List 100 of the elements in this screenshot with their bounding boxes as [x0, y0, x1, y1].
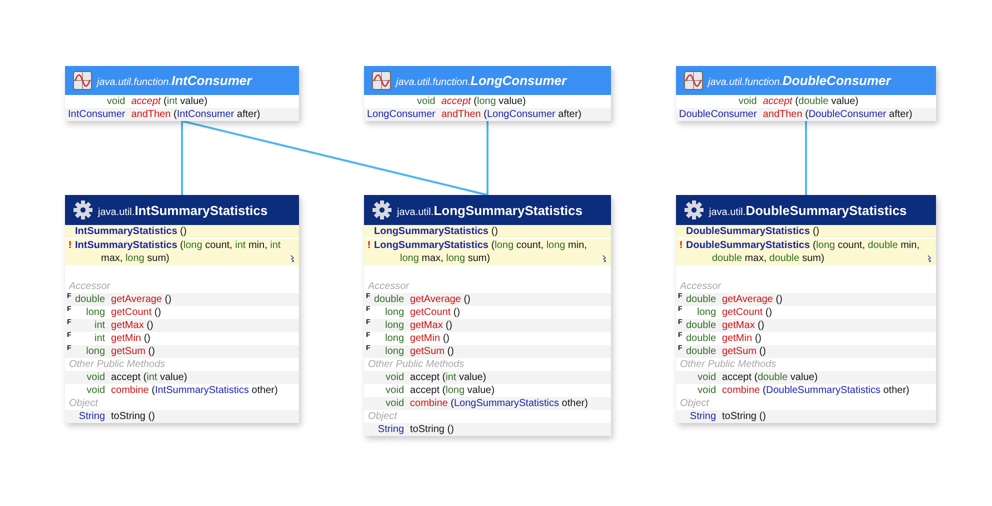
return-type: long — [85, 346, 106, 357]
parameter-list: () — [759, 346, 766, 357]
method-name: getMax — [410, 320, 443, 331]
section-heading: Object — [679, 397, 710, 410]
return-type: void — [696, 372, 718, 383]
parameter-list: (DoubleConsumer after) — [805, 109, 912, 120]
return-type: DoubleConsumer — [679, 109, 758, 120]
method-name: getMin — [111, 333, 142, 344]
return-type: void — [106, 96, 126, 107]
parameter-list: () — [464, 294, 470, 305]
method-name: getMin — [410, 333, 440, 344]
parameter-list: (DoubleSummaryStatistics other) — [762, 385, 910, 396]
section-heading: Other Public Methods — [68, 358, 166, 371]
return-type: void — [737, 96, 758, 107]
method-name: toString — [722, 411, 756, 422]
method-name: getMin — [722, 333, 752, 344]
section-heading: Other Public Methods — [679, 358, 778, 371]
wave-chart-icon — [372, 71, 391, 90]
parameter-list: () — [446, 320, 452, 331]
return-type: long — [384, 333, 406, 344]
method-name: accept — [131, 96, 161, 107]
wave-chart-icon — [73, 71, 92, 90]
parameter-list: () — [758, 320, 764, 331]
return-type: long — [384, 307, 406, 318]
method-name: combine — [410, 398, 448, 409]
method-name: getCount — [722, 307, 763, 318]
return-type: String — [78, 411, 106, 422]
parameter-list: () — [447, 424, 454, 435]
return-type: void — [86, 372, 106, 383]
method-name: toString — [410, 424, 444, 435]
section-heading: Accessor — [68, 280, 112, 293]
return-type: void — [86, 385, 106, 396]
parameter-list: (LongSummaryStatistics other) — [450, 398, 588, 409]
parameter-list: () — [759, 411, 766, 422]
warning-marker: ! — [67, 239, 73, 253]
method-name: getAverage — [722, 294, 773, 305]
parameter-list: () — [144, 333, 150, 344]
class-title: java.util.DoubleSummaryStatistics — [709, 202, 907, 218]
parameter-list: (IntConsumer after) — [174, 109, 260, 120]
parameter-list: () — [776, 294, 782, 305]
zigzag-arrow-icon — [602, 255, 607, 262]
gear-icon — [684, 200, 704, 220]
return-type: String — [688, 411, 718, 422]
parameter-list: () — [754, 333, 762, 344]
parameter-list: (double value) — [754, 372, 818, 383]
return-type: double — [686, 320, 718, 331]
return-type: IntConsumer — [68, 109, 126, 120]
method-name: andThen — [762, 109, 802, 120]
return-type: double — [686, 333, 718, 344]
return-type: int — [93, 333, 106, 344]
parameter-list: (long value) — [474, 96, 526, 107]
constructor-signature: IntSummaryStatistics (long count, int min, int max, long sum) — [75, 239, 282, 265]
parameter-list: (long value) — [442, 385, 495, 396]
constructor-signature: LongSummaryStatistics () — [374, 225, 498, 238]
parameter-list: (int value) — [164, 96, 208, 107]
class-title: java.util.LongSummaryStatistics — [397, 202, 583, 218]
gear-icon — [372, 200, 392, 220]
method-name: accept — [410, 372, 440, 383]
method-name: accept — [111, 372, 140, 383]
method-name: accept — [762, 96, 792, 107]
method-name: combine — [722, 385, 760, 396]
method-name: getCount — [410, 307, 451, 318]
parameter-list: () — [447, 346, 454, 357]
method-name: toString — [111, 411, 146, 422]
parameter-list: () — [442, 333, 450, 344]
method-name: accept — [722, 372, 752, 383]
parameter-list: () — [148, 411, 155, 422]
interface-title: java.util.function.IntConsumer — [97, 73, 252, 88]
parameter-list: () — [148, 346, 155, 357]
class-title: java.util.IntSummaryStatistics — [98, 202, 268, 218]
return-type: int — [93, 320, 106, 331]
return-type: long — [85, 307, 106, 318]
zigzag-arrow-icon — [290, 255, 295, 262]
section-heading: Accessor — [678, 280, 722, 293]
parameter-list: () — [146, 320, 154, 331]
method-name: getAverage — [410, 294, 461, 305]
interface-title: java.util.function.LongConsumer — [396, 73, 567, 88]
zigzag-arrow-icon — [927, 255, 932, 262]
section-heading: Object — [68, 397, 100, 410]
method-name: accept — [441, 96, 471, 107]
method-name: getSum — [111, 346, 146, 357]
parameter-list: () — [164, 294, 172, 305]
return-type: double — [686, 294, 718, 305]
method-name: combine — [111, 385, 149, 396]
warning-marker: ! — [678, 239, 684, 253]
wave-chart-icon — [684, 71, 703, 90]
return-type: double — [374, 294, 406, 305]
constructor-signature: DoubleSummaryStatistics () — [686, 225, 820, 238]
return-type: double — [75, 294, 106, 305]
method-name: getMax — [111, 320, 144, 331]
return-type: long — [384, 346, 406, 357]
return-type: void — [696, 385, 718, 396]
parameter-list: () — [765, 307, 772, 318]
method-name: accept — [410, 385, 440, 396]
constructor-signature: IntSummaryStatistics () — [75, 225, 187, 238]
return-type: long — [696, 307, 718, 318]
section-heading: Other Public Methods — [367, 358, 466, 371]
return-type: long — [384, 320, 406, 331]
method-name: getAverage — [111, 294, 162, 305]
constructor-signature: DoubleSummaryStatistics (long count, double min, double max, double sum) — [686, 239, 920, 265]
